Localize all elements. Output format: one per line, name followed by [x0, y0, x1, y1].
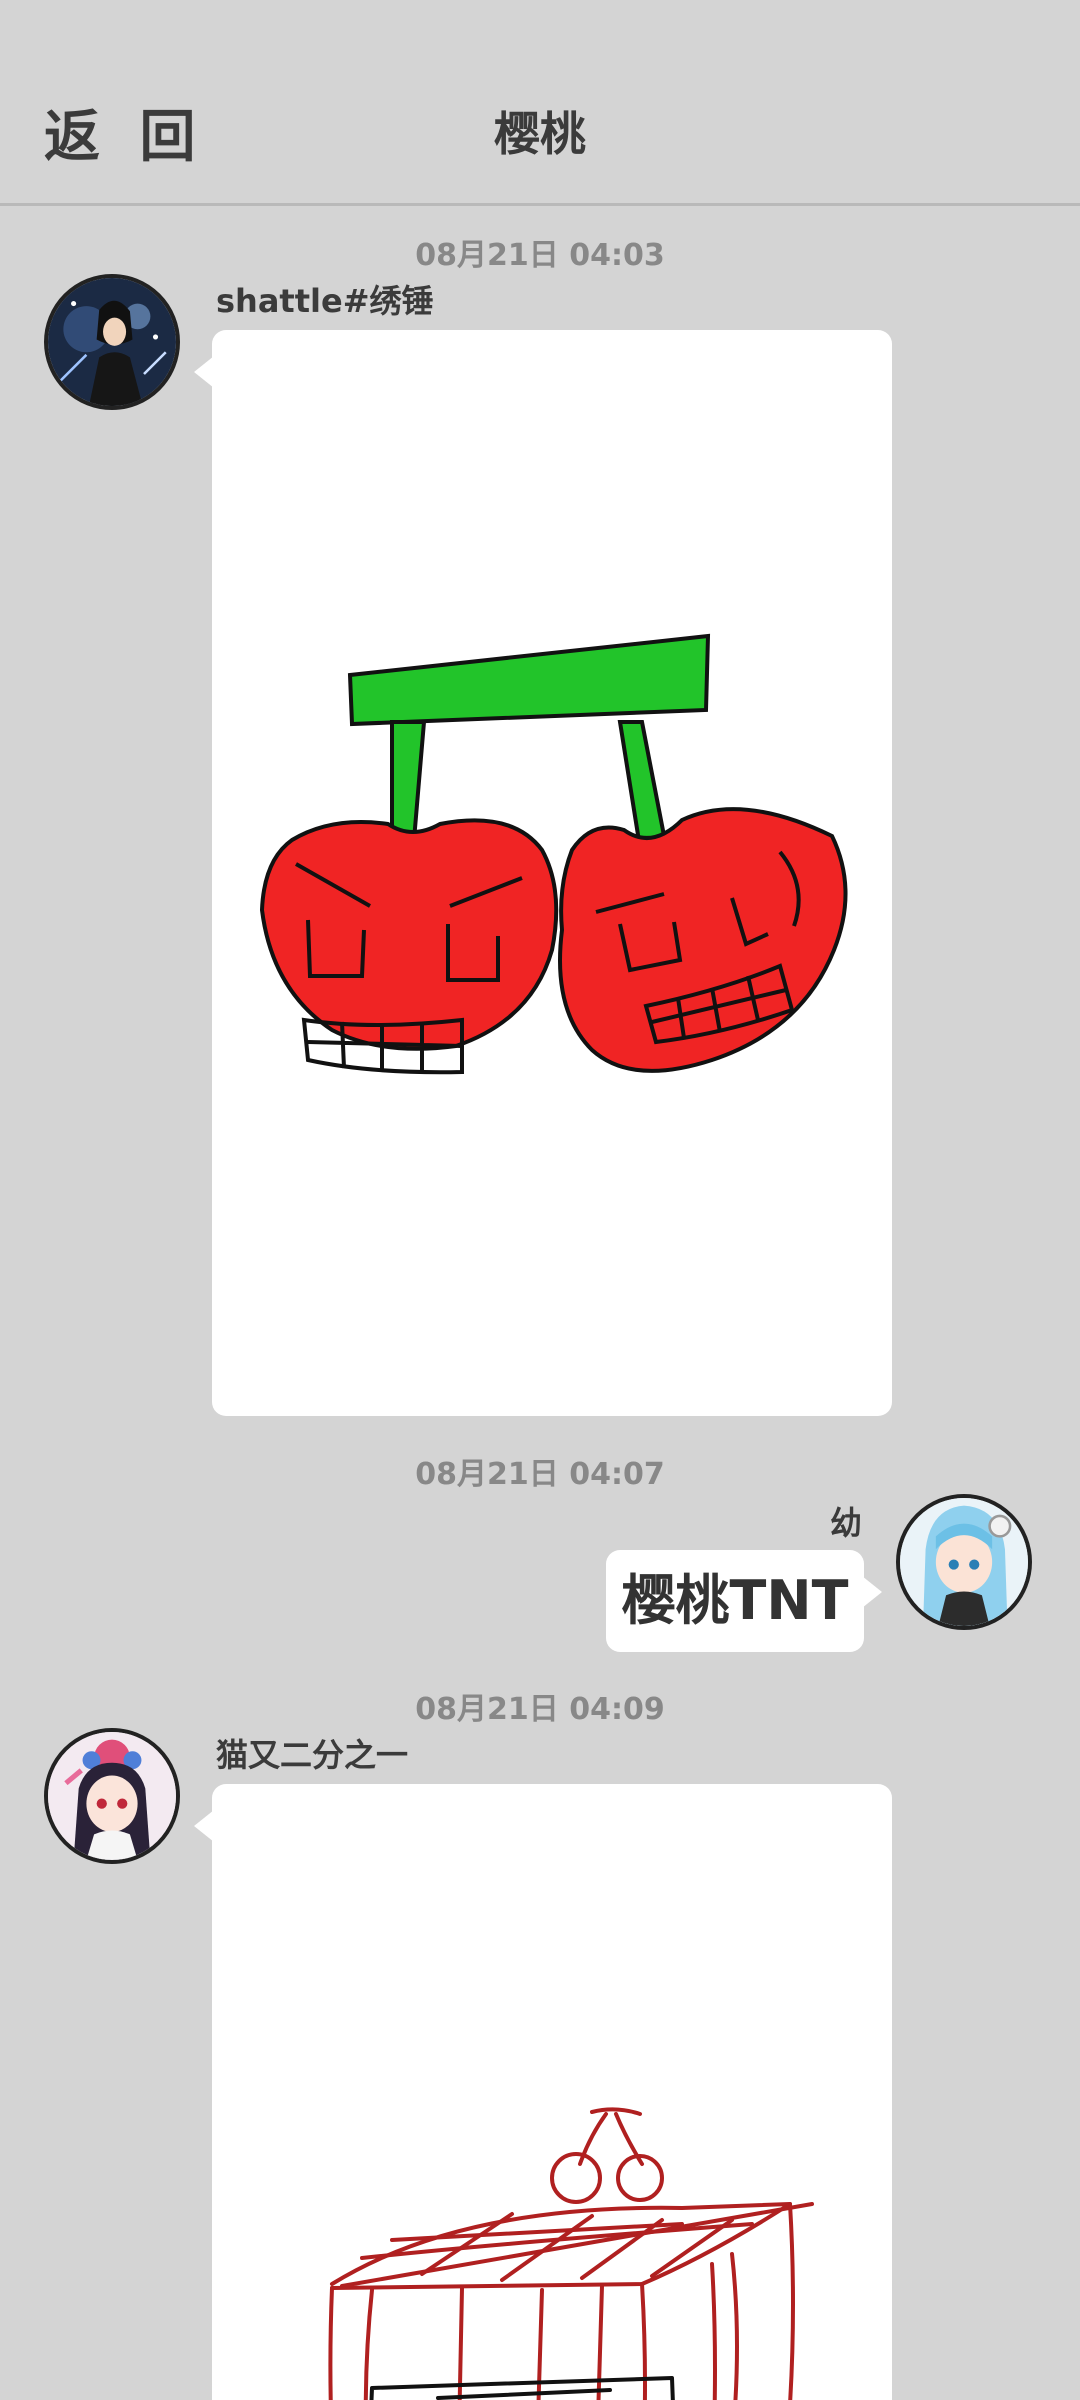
sender-name: 猫又二分之一 — [216, 1736, 409, 1774]
page-title: 樱桃 — [494, 107, 586, 161]
message-bubble-image[interactable] — [194, 1784, 892, 2400]
chat-screen: 返 回 樱桃 08月21日 04:03 shattle#绣锤 08月21日 04… — [0, 0, 1080, 2400]
top-bar: 返 回 樱桃 — [0, 0, 1080, 206]
avatar-image — [48, 1732, 176, 1860]
avatar-image — [900, 1498, 1028, 1626]
message-timestamp: 08月21日 04:07 — [415, 1457, 665, 1492]
cherry-tnt-box-drawing — [328, 2107, 814, 2400]
message-timestamp: 08月21日 04:09 — [415, 1692, 665, 1727]
avatar-maoyou[interactable] — [44, 1728, 180, 1864]
sender-name: 幼 — [829, 1504, 862, 1542]
sender-name: shattle#绣锤 — [216, 282, 434, 320]
cherries-drawing — [259, 633, 848, 1075]
message-text: 樱桃TNT — [621, 1569, 849, 1632]
avatar-you[interactable] — [896, 1494, 1032, 1630]
message-bubble-text[interactable]: 樱桃TNT — [606, 1550, 882, 1652]
avatar-shattle[interactable] — [44, 274, 180, 410]
avatar-image — [48, 278, 176, 406]
message-bubble-image[interactable] — [194, 330, 892, 1416]
message-timestamp: 08月21日 04:03 — [415, 238, 665, 273]
